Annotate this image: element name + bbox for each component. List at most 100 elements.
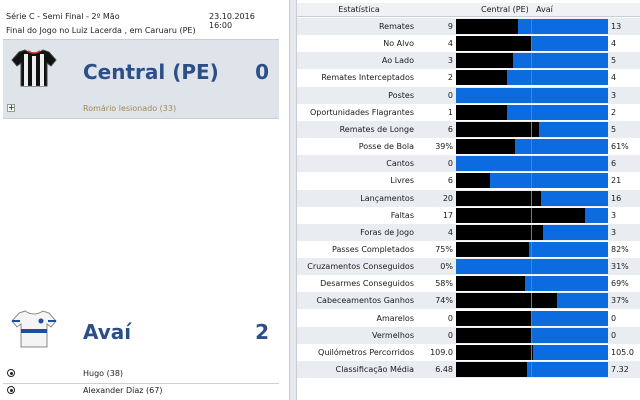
stat-away-value: 0 bbox=[611, 330, 617, 340]
stat-home-fill bbox=[456, 53, 513, 69]
stat-away-value: 6 bbox=[611, 159, 617, 169]
stat-label: Cantos bbox=[386, 159, 414, 169]
stat-midline bbox=[531, 53, 532, 69]
stat-comparison-bar bbox=[456, 344, 608, 360]
stat-label: Cruzamentos Conseguidos bbox=[307, 262, 414, 272]
stat-home-value: 6.48 bbox=[435, 365, 453, 374]
away-team-name[interactable]: Avaí bbox=[83, 320, 131, 344]
stat-home-value: 0 bbox=[447, 90, 453, 100]
stat-away-value: 4 bbox=[611, 73, 617, 83]
stat-home-value: 17 bbox=[442, 210, 453, 220]
stat-midline bbox=[531, 104, 532, 120]
stat-home-value: 109.0 bbox=[430, 347, 453, 357]
away-team-box: Avaí 2 bbox=[3, 289, 279, 369]
goal-row: Alexander Díaz (67) bbox=[3, 383, 279, 397]
stat-label: Remates Interceptados bbox=[321, 73, 414, 83]
stat-midline bbox=[531, 173, 532, 189]
stat-row: Faltas 17 3 bbox=[297, 207, 640, 224]
stat-comparison-bar bbox=[456, 276, 608, 292]
stat-home-fill bbox=[456, 344, 534, 360]
home-team-name[interactable]: Central (PE) bbox=[83, 60, 219, 84]
stat-home-fill bbox=[456, 173, 490, 189]
stat-home-value: 4 bbox=[447, 39, 453, 49]
stat-label: Foras de Jogo bbox=[360, 227, 414, 237]
stat-home-fill bbox=[456, 241, 529, 257]
stats-header: Estatística Central (PE) Avaí bbox=[297, 3, 640, 17]
stat-midline bbox=[531, 190, 532, 206]
stats-header-away: Avaí bbox=[536, 5, 553, 14]
stat-row: Cabeceamentos Ganhos 74% 37% bbox=[297, 292, 640, 310]
stat-midline bbox=[531, 121, 532, 137]
stat-label: Classificação Média bbox=[335, 365, 414, 374]
stat-row: Lançamentos 20 16 bbox=[297, 189, 640, 207]
stat-midline bbox=[531, 293, 532, 309]
stat-home-fill bbox=[456, 36, 532, 52]
stat-home-value: 20 bbox=[442, 193, 453, 203]
stat-home-value: 6 bbox=[447, 176, 453, 186]
stat-comparison-bar bbox=[456, 190, 608, 206]
stat-row: Remates 9 13 bbox=[297, 18, 640, 35]
stat-home-value: 2 bbox=[447, 73, 453, 83]
home-team-score: 0 bbox=[255, 60, 269, 84]
stat-comparison-bar bbox=[456, 259, 608, 275]
match-summary-panel: Série C - Semi Final - 2º Mão 23.10.2016… bbox=[0, 0, 280, 400]
stat-home-fill bbox=[456, 190, 541, 206]
goal-scorer[interactable]: Hugo (38) bbox=[83, 369, 123, 378]
stat-label: Ao Lado bbox=[381, 56, 414, 66]
stat-label: Remates bbox=[378, 22, 414, 31]
stat-comparison-bar bbox=[456, 139, 608, 155]
stat-home-value: 39% bbox=[435, 142, 453, 152]
stat-row: No Alvo 4 4 bbox=[297, 35, 640, 52]
stat-row: Remates de Longe 6 5 bbox=[297, 120, 640, 138]
stat-comparison-bar bbox=[456, 362, 608, 377]
stat-comparison-bar bbox=[456, 173, 608, 189]
stat-home-value: 75% bbox=[435, 244, 453, 254]
stat-away-value: 82% bbox=[611, 244, 629, 254]
stat-home-fill bbox=[456, 19, 519, 34]
stat-home-value: 1 bbox=[447, 107, 453, 117]
stat-midline bbox=[531, 19, 532, 34]
stat-away-value: 3 bbox=[611, 227, 617, 237]
panel-splitter[interactable] bbox=[289, 0, 297, 400]
injury-note[interactable]: Romário lesionado (33) bbox=[83, 104, 176, 113]
stat-midline bbox=[531, 327, 532, 343]
stat-comparison-bar bbox=[456, 104, 608, 120]
stat-home-fill bbox=[456, 207, 586, 223]
stat-home-value: 0 bbox=[447, 159, 453, 169]
stat-home-fill bbox=[456, 362, 528, 377]
stat-label: Faltas bbox=[390, 210, 414, 220]
stat-comparison-bar bbox=[456, 70, 608, 86]
stat-row: Desarmes Conseguidos 58% 69% bbox=[297, 275, 640, 292]
home-team-box: Central (PE) 0 Romário lesionado (33) bbox=[3, 39, 279, 119]
stat-label: Lançamentos bbox=[360, 193, 414, 203]
stat-home-value: 3 bbox=[447, 56, 453, 66]
stat-away-value: 3 bbox=[611, 210, 617, 220]
match-date: 23.10.2016 16:00 bbox=[209, 12, 255, 30]
stat-away-value: 3 bbox=[611, 90, 617, 100]
stat-away-value: 13 bbox=[611, 22, 622, 31]
stat-away-value: 7.32 bbox=[611, 365, 629, 374]
stat-home-value: 0 bbox=[447, 330, 453, 340]
stat-away-value: 5 bbox=[611, 124, 617, 134]
stat-comparison-bar bbox=[456, 224, 608, 240]
stat-midline bbox=[531, 344, 532, 360]
match-result-text: Final do Jogo no Luiz Lacerda , em Carua… bbox=[6, 26, 196, 35]
stat-home-fill bbox=[456, 70, 507, 86]
stat-midline bbox=[531, 310, 532, 326]
stat-row: Cruzamentos Conseguidos 0% 31% bbox=[297, 258, 640, 276]
stat-label: Oportunidades Flagrantes bbox=[309, 107, 414, 117]
stat-away-value: 21 bbox=[611, 176, 622, 186]
stat-midline bbox=[531, 224, 532, 240]
stat-row: Quilómetros Percorridos 109.0 105.0 bbox=[297, 344, 640, 361]
goal-scorer[interactable]: Alexander Díaz (67) bbox=[83, 386, 162, 395]
stat-label: Quilómetros Percorridos bbox=[318, 347, 414, 357]
away-team-score: 2 bbox=[255, 320, 269, 344]
stat-row: Vermelhos 0 0 bbox=[297, 326, 640, 344]
stat-row: Postes 0 3 bbox=[297, 86, 640, 104]
stats-header-stat: Estatística bbox=[338, 5, 380, 14]
home-shirt-icon bbox=[11, 49, 57, 87]
stat-comparison-bar bbox=[456, 87, 608, 103]
stat-row: Oportunidades Flagrantes 1 2 bbox=[297, 104, 640, 121]
stat-home-fill bbox=[456, 224, 543, 240]
statistics-panel: Estatística Central (PE) Avaí Remates 9 13… bbox=[297, 0, 640, 400]
